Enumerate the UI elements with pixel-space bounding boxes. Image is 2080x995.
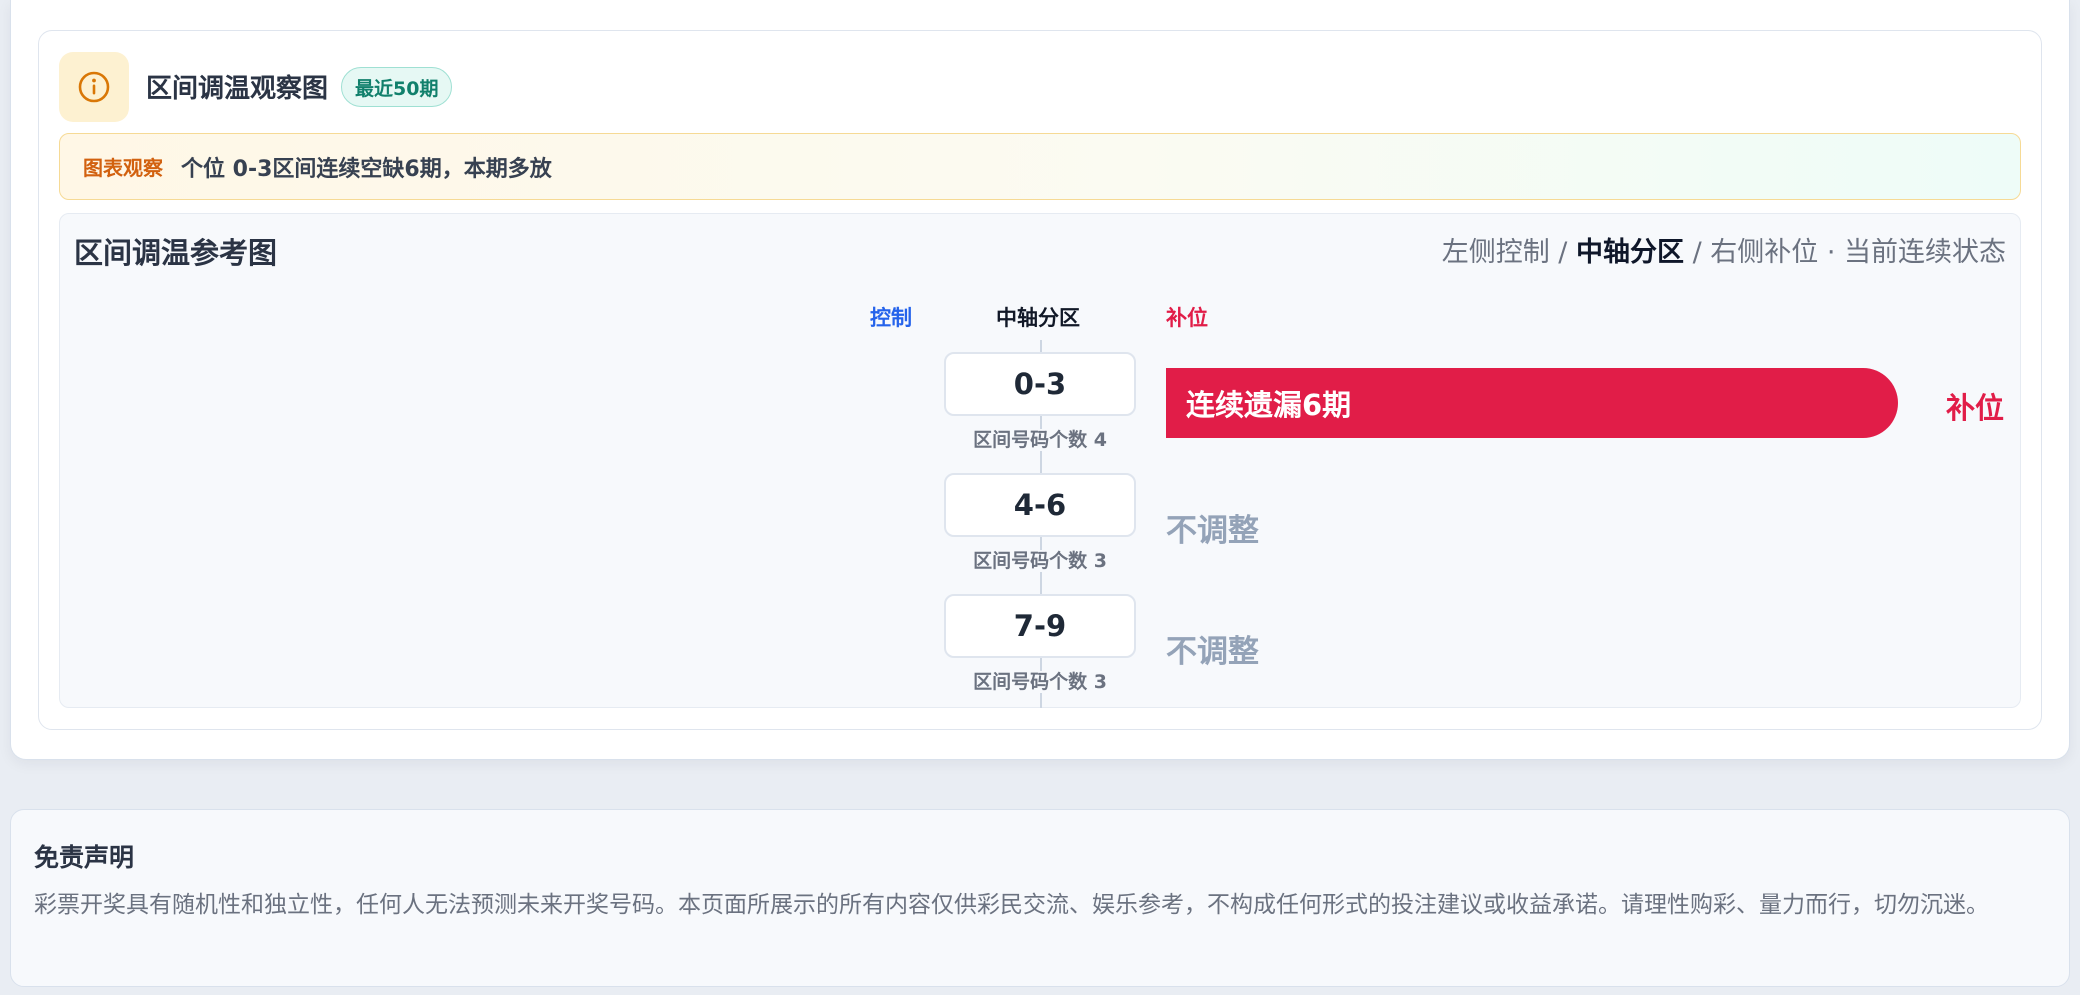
zone-status-label: 不调整 xyxy=(1166,513,1259,549)
column-head-control: 控制 xyxy=(870,306,912,330)
legend-dot: · xyxy=(1818,237,1844,268)
zone-box: 7-9 xyxy=(944,594,1136,658)
zone-box: 0-3 xyxy=(944,352,1136,416)
observation-text: 个位 0-3区间连续空缺6期，本期多放 xyxy=(181,156,552,182)
column-head-center: 中轴分区 xyxy=(996,306,1080,330)
column-head-supplement: 补位 xyxy=(1166,306,1208,330)
chart-title: 区间调温参考图 xyxy=(74,236,278,270)
legend-separator: / xyxy=(1549,237,1576,268)
zone-count-label: 区间号码个数 4 xyxy=(930,425,1150,452)
supplement-bar: 连续遗漏6期 xyxy=(1166,368,1898,438)
legend-state: 当前连续状态 xyxy=(1844,237,2006,268)
period-tag: 最近50期 xyxy=(341,67,453,107)
chart-legend: 左侧控制 / 中轴分区 / 右侧补位 · 当前连续状态 xyxy=(1442,230,2006,269)
disclaimer-title: 免责声明 xyxy=(34,843,135,872)
legend-separator: / xyxy=(1683,237,1711,268)
legend-center: 中轴分区 xyxy=(1575,237,1684,268)
page-title: 区间调温观察图 xyxy=(146,74,329,104)
legend-right: 右侧补位 xyxy=(1710,237,1819,268)
zone-status-label: 不调整 xyxy=(1166,634,1259,670)
observation-label: 图表观察 xyxy=(83,156,163,180)
legend-left: 左侧控制 xyxy=(1441,237,1550,268)
supplement-end-label: 补位 xyxy=(1946,391,2005,425)
disclaimer-text: 彩票开奖具有随机性和独立性，任何人无法预测未来开奖号码。本页面所展示的所有内容仅… xyxy=(34,892,1989,918)
zone-count-label: 区间号码个数 3 xyxy=(930,546,1150,573)
info-icon xyxy=(78,71,110,103)
observation-banner: 图表观察 个位 0-3区间连续空缺6期，本期多放 xyxy=(59,133,2021,200)
zone-box: 4-6 xyxy=(944,473,1136,537)
info-badge xyxy=(59,52,129,122)
zone-count-label: 区间号码个数 3 xyxy=(930,667,1150,694)
